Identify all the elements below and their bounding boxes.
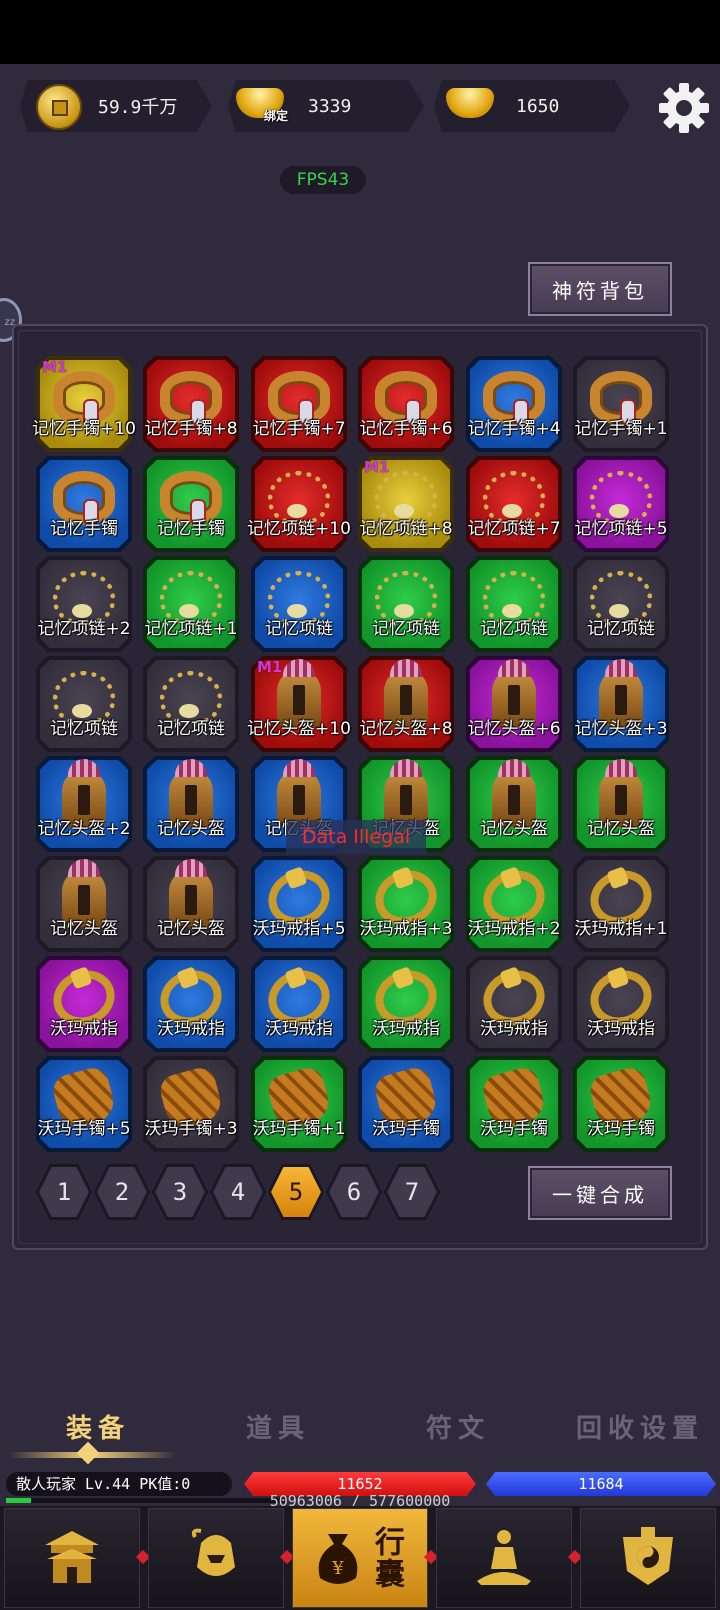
nav-skills[interactable] bbox=[436, 1508, 572, 1608]
item-label: 记忆项链 bbox=[587, 619, 655, 639]
status-bar bbox=[0, 0, 720, 64]
item-label: 沃玛手镯 bbox=[480, 1119, 548, 1139]
item-label: 记忆项链 bbox=[265, 619, 333, 639]
item-label: 记忆手镯+7 bbox=[252, 419, 346, 439]
page-number: 2 bbox=[97, 1167, 147, 1217]
page-number: 7 bbox=[387, 1167, 437, 1217]
item-label: 记忆手镯+1 bbox=[574, 419, 668, 439]
exp-bar-fill bbox=[6, 1498, 31, 1503]
item-label: 记忆项链+8 bbox=[359, 519, 453, 539]
item-label: 记忆项链 bbox=[372, 619, 440, 639]
item-label: 记忆项链 bbox=[50, 719, 118, 739]
mp-bar: 11684 bbox=[486, 1472, 716, 1496]
gold-value: 1650 bbox=[516, 95, 560, 117]
item-label: 沃玛戒指 bbox=[265, 1019, 333, 1039]
item-label: 记忆头盔 bbox=[157, 919, 225, 939]
taiji-armor-icon bbox=[623, 1527, 673, 1585]
item-label: 记忆项链+5 bbox=[574, 519, 668, 539]
tab-equipment[interactable]: 装备 bbox=[66, 1408, 130, 1445]
nav-bag-label: 行囊 bbox=[369, 1526, 404, 1590]
page-number: 6 bbox=[329, 1167, 379, 1217]
item-label: 记忆头盔 bbox=[587, 819, 655, 839]
nav-bag[interactable]: ¥ 行囊 bbox=[292, 1508, 428, 1608]
item-label: 记忆头盔 bbox=[50, 919, 118, 939]
inventory-tabs: 装备 道具 符文 回收设置 bbox=[0, 1408, 720, 1454]
item-label: 沃玛手镯 bbox=[587, 1119, 655, 1139]
item-label: 沃玛手镯+1 bbox=[252, 1119, 346, 1139]
item-label: 沃玛手镯 bbox=[372, 1119, 440, 1139]
item-label: 记忆手镯 bbox=[50, 519, 118, 539]
nav-armor[interactable] bbox=[580, 1508, 716, 1608]
item-label: 记忆头盔 bbox=[480, 819, 548, 839]
item-label: 沃玛手镯+5 bbox=[37, 1119, 131, 1139]
meditation-icon bbox=[477, 1530, 531, 1585]
item-label: 沃玛戒指+1 bbox=[574, 919, 668, 939]
error-toast: Data Illegal bbox=[286, 820, 426, 854]
item-label: 记忆项链+7 bbox=[467, 519, 561, 539]
item-label: 沃玛戒指 bbox=[50, 1019, 118, 1039]
bound-gold-value: 3339 bbox=[308, 95, 352, 117]
item-label: 记忆手镯 bbox=[157, 519, 225, 539]
item-label: 沃玛戒指 bbox=[480, 1019, 548, 1039]
item-label: 记忆手镯+8 bbox=[144, 419, 238, 439]
item-label: 记忆头盔+8 bbox=[359, 719, 453, 739]
item-label: 沃玛戒指 bbox=[372, 1019, 440, 1039]
page-number: 1 bbox=[39, 1167, 89, 1217]
item-label: 沃玛戒指 bbox=[587, 1019, 655, 1039]
warrior-helmet-icon bbox=[191, 1528, 235, 1576]
item-badge: M1 bbox=[42, 358, 68, 376]
item-badge: M1 bbox=[364, 458, 390, 476]
tab-recycle-settings[interactable]: 回收设置 bbox=[576, 1408, 704, 1445]
nav-city[interactable] bbox=[4, 1508, 140, 1608]
item-badge: M1 bbox=[257, 658, 283, 676]
bag-icon: ¥ bbox=[318, 1534, 358, 1584]
player-info: 散人玩家 Lv.44 PK值:0 bbox=[6, 1472, 232, 1496]
settings-gear-icon[interactable] bbox=[656, 80, 712, 136]
item-label: 记忆项链+1 bbox=[144, 619, 238, 639]
item-label: 记忆手镯+10 bbox=[32, 419, 136, 439]
item-label: 记忆手镯+6 bbox=[359, 419, 453, 439]
item-label: 记忆头盔+3 bbox=[574, 719, 668, 739]
item-label: 记忆项链+10 bbox=[247, 519, 351, 539]
fps-counter: FPS43 bbox=[280, 166, 366, 194]
item-label: 记忆头盔+2 bbox=[37, 819, 131, 839]
item-label: 记忆项链 bbox=[157, 719, 225, 739]
city-icon bbox=[45, 1531, 99, 1583]
copper-coin-icon bbox=[36, 84, 82, 130]
tab-runes[interactable]: 符文 bbox=[426, 1408, 490, 1445]
bound-tag: 绑定 bbox=[264, 109, 289, 123]
item-label: 沃玛戒指+2 bbox=[467, 919, 561, 939]
nav-character[interactable] bbox=[148, 1508, 284, 1608]
page-number: 4 bbox=[213, 1167, 263, 1217]
item-label: 沃玛戒指+5 bbox=[252, 919, 346, 939]
page-number: 5 bbox=[271, 1167, 321, 1217]
item-label: 沃玛手镯+3 bbox=[144, 1119, 238, 1139]
merge-all-button[interactable]: 一键合成 bbox=[528, 1166, 672, 1220]
item-label: 记忆项链 bbox=[480, 619, 548, 639]
rune-bag-button[interactable]: 神符背包 bbox=[528, 262, 672, 316]
item-label: 沃玛戒指+3 bbox=[359, 919, 453, 939]
svg-text:¥: ¥ bbox=[331, 1558, 344, 1579]
item-label: 记忆手镯+4 bbox=[467, 419, 561, 439]
item-label: 沃玛戒指 bbox=[157, 1019, 225, 1039]
page-number: 3 bbox=[155, 1167, 205, 1217]
item-label: 记忆头盔+6 bbox=[467, 719, 561, 739]
copper-value: 59.9千万 bbox=[98, 97, 178, 118]
item-label: 记忆项链+2 bbox=[37, 619, 131, 639]
item-label: 记忆头盔 bbox=[157, 819, 225, 839]
item-label: 记忆头盔+10 bbox=[247, 719, 351, 739]
tab-props[interactable]: 道具 bbox=[246, 1408, 310, 1445]
